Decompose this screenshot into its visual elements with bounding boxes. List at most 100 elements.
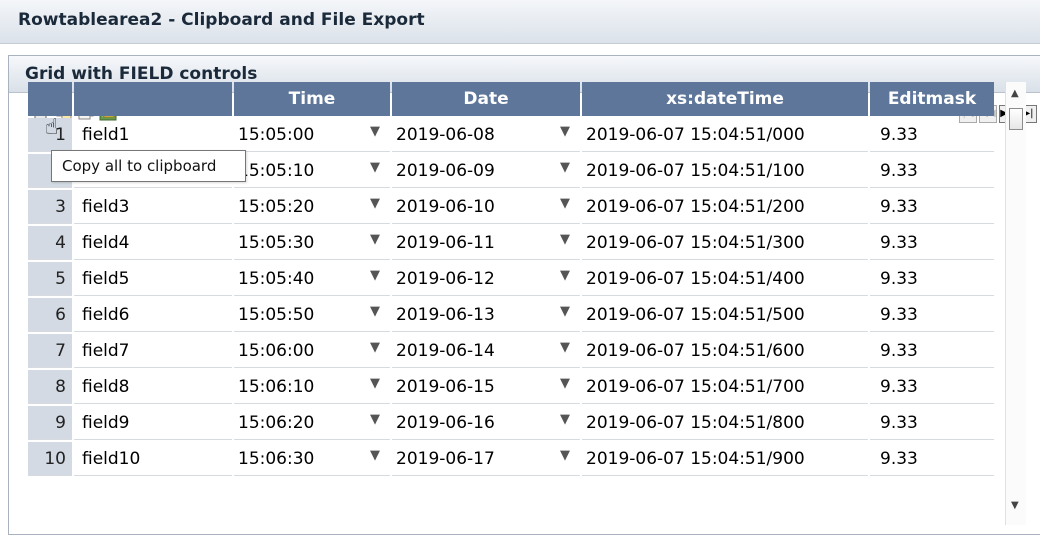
- scroll-down-icon[interactable]: ▼: [1011, 500, 1019, 511]
- datetime-cell[interactable]: 2019-06-07 15:04:51/500: [582, 298, 868, 332]
- chevron-down-icon[interactable]: ▼: [560, 412, 570, 427]
- chevron-down-icon[interactable]: ▼: [560, 196, 570, 211]
- datetime-cell[interactable]: 2019-06-07 15:04:51/300: [582, 226, 868, 260]
- field-cell[interactable]: field6: [74, 298, 232, 332]
- field-cell[interactable]: field5: [74, 262, 232, 296]
- table-row[interactable]: 9 field9 15:06:20 ▼ 2019-06-16 ▼ 2019-06-07 15…: [28, 406, 994, 440]
- chevron-down-icon[interactable]: ▼: [370, 304, 380, 319]
- column-header-datetime[interactable]: xs:dateTime: [582, 82, 868, 116]
- datetime-cell[interactable]: 2019-06-07 15:04:51/200: [582, 190, 868, 224]
- chevron-down-icon[interactable]: ▼: [560, 124, 570, 139]
- table-row[interactable]: 6 field6 15:05:50 ▼ 2019-06-13 ▼ 2019-06-07 15…: [28, 298, 994, 332]
- chevron-down-icon[interactable]: ▼: [560, 448, 570, 463]
- field-cell[interactable]: field4: [74, 226, 232, 260]
- datetime-cell[interactable]: 2019-06-07 15:04:51/900: [582, 442, 868, 476]
- table-row[interactable]: 10 field10 15:06:30 ▼ 2019-06-17 ▼ 2019-06-07 …: [28, 442, 994, 476]
- time-select[interactable]: 15:05:20 ▼: [234, 190, 390, 224]
- vertical-scrollbar[interactable]: ▲ ▼: [1005, 82, 1026, 525]
- chevron-down-icon[interactable]: ▼: [560, 340, 570, 355]
- date-select-value: 2019-06-09: [396, 160, 495, 181]
- table-row[interactable]: 4 field4 15:05:30 ▼ 2019-06-11 ▼ 2019-06-07 15…: [28, 226, 994, 260]
- column-header-time[interactable]: Time: [234, 82, 390, 116]
- scroll-thumb[interactable]: [1009, 108, 1023, 130]
- editmask-cell[interactable]: 9.33: [870, 442, 994, 476]
- datetime-cell[interactable]: 2019-06-07 15:04:51/800: [582, 406, 868, 440]
- chevron-down-icon[interactable]: ▼: [560, 160, 570, 175]
- field-cell-value: field1: [82, 124, 130, 145]
- chevron-down-icon[interactable]: ▼: [560, 376, 570, 391]
- scroll-up-icon[interactable]: ▲: [1011, 88, 1019, 99]
- chevron-down-icon[interactable]: ▼: [370, 268, 380, 283]
- row-number-cell-value: 5: [55, 268, 66, 289]
- time-select[interactable]: 15:05:40 ▼: [234, 262, 390, 296]
- editmask-cell-value: 9.33: [880, 412, 918, 433]
- table-row[interactable]: 5 field5 15:05:40 ▼ 2019-06-12 ▼ 2019-06-07 15…: [28, 262, 994, 296]
- field-cell[interactable]: field7: [74, 334, 232, 368]
- editmask-cell[interactable]: 9.33: [870, 334, 994, 368]
- time-select-value: 15:06:00: [238, 340, 315, 361]
- editmask-cell-value: 9.33: [880, 124, 918, 145]
- column-header-editmask[interactable]: Editmask: [870, 82, 994, 116]
- time-select[interactable]: 15:05:50 ▼: [234, 298, 390, 332]
- column-header-blank[interactable]: [74, 82, 232, 116]
- editmask-cell-value: 9.33: [880, 340, 918, 361]
- time-select[interactable]: 15:06:20 ▼: [234, 406, 390, 440]
- chevron-down-icon[interactable]: ▼: [370, 412, 380, 427]
- chevron-down-icon[interactable]: ▼: [560, 268, 570, 283]
- editmask-cell[interactable]: 9.33: [870, 226, 994, 260]
- date-select[interactable]: 2019-06-17 ▼: [392, 442, 580, 476]
- chevron-down-icon[interactable]: ▼: [560, 304, 570, 319]
- time-select[interactable]: 15:05:30 ▼: [234, 226, 390, 260]
- field-cell[interactable]: field10: [74, 442, 232, 476]
- date-select[interactable]: 2019-06-15 ▼: [392, 370, 580, 404]
- chevron-down-icon[interactable]: ▼: [370, 232, 380, 247]
- date-select[interactable]: 2019-06-10 ▼: [392, 190, 580, 224]
- chevron-down-icon[interactable]: ▼: [370, 160, 380, 175]
- field-cell[interactable]: field1: [74, 118, 232, 152]
- column-header-rownum[interactable]: [28, 82, 72, 116]
- date-select[interactable]: 2019-06-08 ▼: [392, 118, 580, 152]
- date-select[interactable]: 2019-06-11 ▼: [392, 226, 580, 260]
- time-select[interactable]: 15:06:30 ▼: [234, 442, 390, 476]
- datetime-cell[interactable]: 2019-06-07 15:04:51/700: [582, 370, 868, 404]
- table-row[interactable]: 8 field8 15:06:10 ▼ 2019-06-15 ▼ 2019-06-07 15…: [28, 370, 994, 404]
- field-cell[interactable]: field3: [74, 190, 232, 224]
- editmask-cell[interactable]: 9.33: [870, 118, 994, 152]
- editmask-cell[interactable]: 9.33: [870, 262, 994, 296]
- editmask-cell[interactable]: 9.33: [870, 370, 994, 404]
- datetime-cell[interactable]: 2019-06-07 15:04:51/100: [582, 154, 868, 188]
- table-row[interactable]: 7 field7 15:06:00 ▼ 2019-06-14 ▼ 2019-06-07 15…: [28, 334, 994, 368]
- date-select[interactable]: 2019-06-16 ▼: [392, 406, 580, 440]
- time-select[interactable]: 15:06:10 ▼: [234, 370, 390, 404]
- datetime-cell[interactable]: 2019-06-07 15:04:51/000: [582, 118, 868, 152]
- editmask-cell[interactable]: 9.33: [870, 298, 994, 332]
- editmask-cell[interactable]: 9.33: [870, 190, 994, 224]
- chevron-down-icon[interactable]: ▼: [560, 232, 570, 247]
- field-cell[interactable]: field9: [74, 406, 232, 440]
- date-select[interactable]: 2019-06-12 ▼: [392, 262, 580, 296]
- table-row[interactable]: 3 field3 15:05:20 ▼ 2019-06-10 ▼ 2019-06-07 15…: [28, 190, 994, 224]
- chevron-down-icon[interactable]: ▼: [370, 376, 380, 391]
- date-select[interactable]: 2019-06-14 ▼: [392, 334, 580, 368]
- time-select[interactable]: 15:06:00 ▼: [234, 334, 390, 368]
- date-select[interactable]: 2019-06-13 ▼: [392, 298, 580, 332]
- time-select[interactable]: 15:05:00 ▼: [234, 118, 390, 152]
- chevron-down-icon[interactable]: ▼: [370, 448, 380, 463]
- date-select[interactable]: 2019-06-09 ▼: [392, 154, 580, 188]
- datetime-cell[interactable]: 2019-06-07 15:04:51/400: [582, 262, 868, 296]
- chevron-down-icon[interactable]: ▼: [370, 340, 380, 355]
- datetime-cell-value: 2019-06-07 15:04:51/600: [586, 340, 805, 361]
- table-row[interactable]: 1 field1 15:05:00 ▼ 2019-06-08 ▼ 2019-06-07 15…: [28, 118, 994, 152]
- row-number-cell: 8: [28, 370, 72, 404]
- chevron-down-icon[interactable]: ▼: [370, 124, 380, 139]
- editmask-cell[interactable]: 9.33: [870, 406, 994, 440]
- field-cell-value: field5: [82, 268, 130, 289]
- date-select-value: 2019-06-12: [396, 268, 495, 289]
- time-select[interactable]: 15:05:10 ▼: [234, 154, 390, 188]
- row-number-cell-value: 3: [55, 196, 66, 217]
- datetime-cell[interactable]: 2019-06-07 15:04:51/600: [582, 334, 868, 368]
- editmask-cell[interactable]: 9.33: [870, 154, 994, 188]
- field-cell[interactable]: field8: [74, 370, 232, 404]
- chevron-down-icon[interactable]: ▼: [370, 196, 380, 211]
- column-header-date[interactable]: Date: [392, 82, 580, 116]
